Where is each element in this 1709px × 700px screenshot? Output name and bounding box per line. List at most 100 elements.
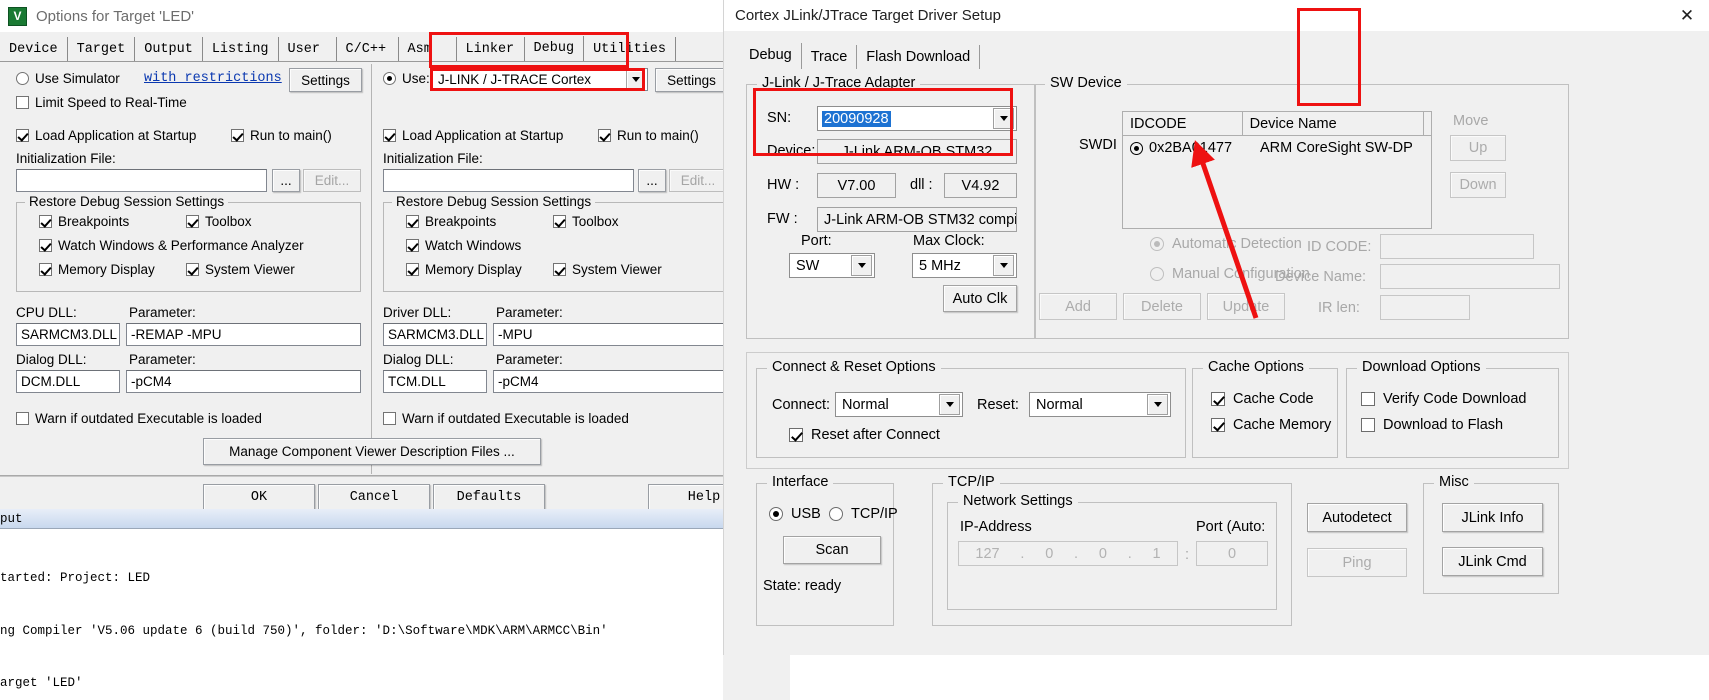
chevron-down-icon[interactable] [993,255,1014,276]
download-to-flash-checkbox[interactable] [1361,418,1375,432]
cache-memory-checkbox[interactable] [1211,418,1225,432]
verify-code-download-row[interactable]: Verify Code Download [1361,391,1526,407]
usb-radio-row[interactable]: USB [769,506,821,522]
left-load-app-checkbox[interactable] [16,129,29,142]
right-run-to-main-row[interactable]: Run to main() [598,128,699,143]
cache-memory-row[interactable]: Cache Memory [1211,417,1331,433]
left-warn-checkbox[interactable] [16,412,29,425]
usb-radio[interactable] [769,507,783,521]
chevron-down-icon[interactable] [626,70,645,89]
right-sysviewer-row[interactable]: System Viewer [553,262,662,277]
left-run-to-main-checkbox[interactable] [231,129,244,142]
chevron-down-icon[interactable] [1147,394,1168,415]
ok-button[interactable]: OK [203,484,315,511]
left-memory-row[interactable]: Memory Display [39,262,155,277]
tab-debug[interactable]: Debug [524,36,585,62]
cpu-param-input[interactable]: -REMAP -MPU [126,323,361,346]
connect-combo[interactable]: Normal [835,392,963,417]
right-breakpoints-row[interactable]: Breakpoints [406,214,496,229]
right-dialog-dll-input[interactable]: TCM.DLL [383,370,487,393]
right-run-to-main-checkbox[interactable] [598,129,611,142]
chevron-down-icon[interactable] [851,255,872,276]
dialog-dll-input[interactable]: DCM.DLL [16,370,120,393]
tab-utilities[interactable]: Utilities [584,37,676,62]
device-select-radio[interactable] [1130,141,1143,155]
left-breakpoints-row[interactable]: Breakpoints [39,214,129,229]
tab-asm[interactable]: Asm [399,37,457,62]
jlink-info-button[interactable]: JLink Info [1442,503,1543,532]
tcpip-radio[interactable] [829,507,843,521]
jlink-tab-debug[interactable]: Debug [740,43,802,69]
port-combo[interactable]: SW [789,253,875,278]
chevron-down-icon[interactable] [993,108,1014,129]
left-run-to-main-row[interactable]: Run to main() [231,128,332,143]
cpu-dll-input[interactable]: SARMCM3.DLL [16,323,120,346]
auto-clk-button[interactable]: Auto Clk [943,285,1017,312]
autodetect-button[interactable]: Autodetect [1307,503,1407,532]
right-memory-row[interactable]: Memory Display [406,262,522,277]
maxclock-combo[interactable]: 5 MHz [912,253,1017,278]
tab-listing[interactable]: Listing [203,37,279,62]
tab-output[interactable]: Output [135,37,203,62]
driver-dll-input[interactable]: SARMCM3.DLL [383,323,487,346]
dialog-param-input[interactable]: -pCM4 [126,370,361,393]
cache-code-checkbox[interactable] [1211,392,1225,406]
right-breakpoints-checkbox[interactable] [406,215,419,228]
right-sysviewer-checkbox[interactable] [553,263,566,276]
verify-code-download-checkbox[interactable] [1361,392,1375,406]
right-dialog-param-input[interactable]: -pCM4 [493,370,728,393]
use-driver-radio[interactable] [383,72,396,85]
reset-after-connect-row[interactable]: Reset after Connect [789,427,940,443]
tab-user[interactable]: User [279,37,337,62]
left-warn-row[interactable]: Warn if outdated Executable is loaded [16,411,262,426]
right-watch-row[interactable]: Watch Windows [406,238,521,253]
left-sysviewer-row[interactable]: System Viewer [186,262,295,277]
tcpip-radio-row[interactable]: TCP/IP [829,506,898,522]
manage-cvd-files-button[interactable]: Manage Component Viewer Description File… [203,438,541,465]
right-warn-checkbox[interactable] [383,412,396,425]
left-browse-button[interactable]: ... [272,169,300,192]
tab-linker[interactable]: Linker [457,37,525,62]
right-load-app-row[interactable]: Load Application at Startup [383,128,563,143]
close-icon[interactable]: ✕ [1664,0,1709,31]
left-init-file-input[interactable] [16,169,267,192]
left-breakpoints-checkbox[interactable] [39,215,52,228]
reset-after-connect-checkbox[interactable] [789,428,803,442]
left-watch-row[interactable]: Watch Windows & Performance Analyzer [39,238,304,253]
defaults-button[interactable]: Defaults [433,484,545,511]
tab-target[interactable]: Target [68,37,136,62]
left-watch-checkbox[interactable] [39,239,52,252]
download-to-flash-row[interactable]: Download to Flash [1361,417,1503,433]
tab-device[interactable]: Device [0,37,68,62]
jlink-tab-flash-download[interactable]: Flash Download [857,45,981,69]
cache-code-row[interactable]: Cache Code [1211,391,1314,407]
right-browse-button[interactable]: ... [638,169,666,192]
right-load-app-checkbox[interactable] [383,129,396,142]
driver-param-input[interactable]: -MPU [493,323,728,346]
sn-combo[interactable]: 20090928 [817,106,1017,131]
right-watch-checkbox[interactable] [406,239,419,252]
right-init-file-input[interactable] [383,169,634,192]
left-sysviewer-checkbox[interactable] [186,263,199,276]
limit-speed-row[interactable]: Limit Speed to Real-Time [16,95,187,110]
debug-driver-combo[interactable]: J-LINK / J-TRACE Cortex [432,68,648,91]
right-warn-row[interactable]: Warn if outdated Executable is loaded [383,411,629,426]
use-simulator-row[interactable]: Use Simulator [16,71,120,86]
use-simulator-radio[interactable] [16,72,29,85]
use-driver-row[interactable]: Use: [383,71,430,86]
left-memory-checkbox[interactable] [39,263,52,276]
table-row[interactable]: 0x2BA01477 ARM CoreSight SW-DP [1123,136,1431,160]
right-toolbox-row[interactable]: Toolbox [553,214,619,229]
simulator-settings-button[interactable]: Settings [289,68,362,92]
build-output-tab[interactable]: put [0,509,723,529]
left-load-app-row[interactable]: Load Application at Startup [16,128,196,143]
tab-cpp[interactable]: C/C++ [337,37,399,62]
limit-speed-checkbox[interactable] [16,96,29,109]
with-restrictions-link[interactable]: with restrictions [144,71,282,86]
left-toolbox-row[interactable]: Toolbox [186,214,252,229]
chevron-down-icon[interactable] [939,394,960,415]
right-toolbox-checkbox[interactable] [553,215,566,228]
driver-settings-button[interactable]: Settings [655,68,728,92]
jlink-tab-trace[interactable]: Trace [802,45,858,69]
cancel-button[interactable]: Cancel [318,484,430,511]
